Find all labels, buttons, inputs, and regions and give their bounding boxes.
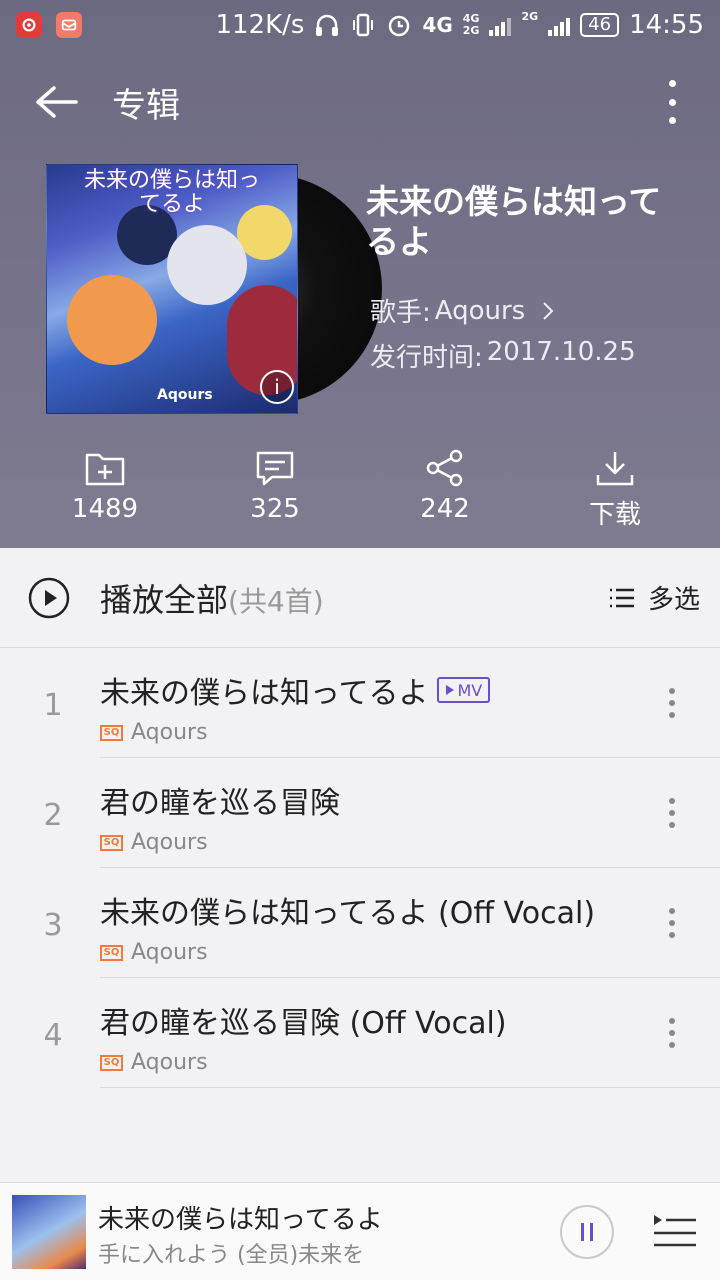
alarm-icon bbox=[389, 15, 410, 37]
track-more-button[interactable] bbox=[662, 908, 682, 938]
vibrate-icon bbox=[353, 13, 374, 37]
track-artist: Aqours bbox=[131, 830, 208, 855]
network-2g-label: 2G bbox=[521, 10, 539, 23]
divider bbox=[100, 1087, 720, 1088]
release-date: 2017.10.25 bbox=[486, 337, 636, 367]
album-cover-area[interactable]: 未来の僕らは知ってるよ Aqours i bbox=[46, 164, 382, 414]
pause-button[interactable] bbox=[560, 1205, 614, 1259]
comment-button[interactable]: 325 bbox=[190, 448, 360, 532]
collect-count: 1489 bbox=[71, 494, 139, 524]
artist-label: 歌手: bbox=[370, 298, 431, 328]
track-title: 君の瞳を巡る冒険 (Off Vocal) bbox=[100, 1006, 507, 1041]
track-row[interactable]: 2 君の瞳を巡る冒険 SQ Aqours bbox=[0, 758, 720, 868]
album-header: 112K/s 4G 4G 2G 2G 46 14:55 专辑 未来の僕らは知って… bbox=[0, 0, 720, 548]
track-title: 未来の僕らは知ってるよ bbox=[100, 676, 429, 711]
netease-music-icon bbox=[16, 12, 42, 38]
release-label: 发行时间: bbox=[370, 343, 483, 373]
sq-badge-icon: SQ bbox=[100, 944, 123, 961]
page-title: 专辑 bbox=[112, 85, 180, 126]
info-icon[interactable]: i bbox=[260, 370, 294, 404]
network-speed: 112K/s bbox=[215, 10, 305, 40]
track-more-button[interactable] bbox=[662, 688, 682, 718]
play-icon bbox=[445, 685, 454, 695]
headphones-icon bbox=[316, 14, 339, 36]
album-cover[interactable]: 未来の僕らは知ってるよ Aqours bbox=[46, 164, 298, 414]
share-icon bbox=[426, 449, 463, 487]
track-index: 1 bbox=[43, 688, 63, 723]
cover-logo: Aqours bbox=[157, 387, 213, 403]
download-icon bbox=[596, 452, 634, 486]
mini-player-lyric: 手に入れよう (全员)未来を bbox=[98, 1243, 365, 1268]
clock: 14:55 bbox=[629, 10, 704, 40]
track-row[interactable]: 1 未来の僕らは知ってるよ MV SQ Aqours bbox=[0, 648, 720, 758]
album-actions: 1489 325 242 下载 bbox=[0, 448, 720, 532]
track-artist: Aqours bbox=[131, 1050, 208, 1075]
release-date-row: 发行时间: 2017.10.25 bbox=[370, 337, 636, 374]
battery-icon: 46 bbox=[580, 13, 620, 37]
track-row[interactable]: 4 君の瞳を巡る冒険 (Off Vocal) SQ Aqours bbox=[0, 978, 720, 1088]
multi-select-label: 多选 bbox=[647, 585, 700, 615]
album-title: 未来の僕らは知ってるよ bbox=[366, 182, 662, 261]
track-title-row: 君の瞳を巡る冒険 bbox=[100, 778, 340, 822]
mini-player-cover[interactable] bbox=[12, 1195, 86, 1269]
play-all-label: 播放全部 bbox=[100, 580, 229, 619]
comment-icon bbox=[256, 451, 294, 486]
track-more-button[interactable] bbox=[662, 798, 682, 828]
sq-badge-icon: SQ bbox=[100, 834, 123, 851]
folder-add-icon bbox=[85, 453, 125, 486]
track-title: 未来の僕らは知ってるよ (Off Vocal) bbox=[100, 896, 596, 931]
playlist-icon[interactable] bbox=[652, 1211, 698, 1253]
download-button[interactable]: 下载 bbox=[530, 448, 700, 532]
signal-2-icon bbox=[548, 14, 571, 36]
signal-1-icon bbox=[489, 14, 512, 36]
track-index: 4 bbox=[43, 1018, 63, 1053]
play-all-icon[interactable] bbox=[28, 577, 70, 619]
network-4g-label: 4G bbox=[422, 13, 453, 37]
track-index: 3 bbox=[43, 908, 63, 943]
share-button[interactable]: 242 bbox=[360, 448, 530, 532]
top-bar: 专辑 bbox=[0, 62, 720, 142]
artist-name: Aqours bbox=[434, 295, 526, 326]
track-artist: Aqours bbox=[131, 940, 208, 965]
track-title-row: 未来の僕らは知ってるよ (Off Vocal) bbox=[100, 888, 595, 932]
track-row[interactable]: 3 未来の僕らは知ってるよ (Off Vocal) SQ Aqours bbox=[0, 868, 720, 978]
track-sub: SQ Aqours bbox=[100, 1050, 208, 1075]
more-options-button[interactable] bbox=[652, 76, 692, 128]
status-bar: 112K/s 4G 4G 2G 2G 46 14:55 bbox=[0, 0, 720, 50]
track-title-row: 君の瞳を巡る冒険 (Off Vocal) bbox=[100, 998, 507, 1042]
track-count: (共4首) bbox=[228, 584, 324, 618]
network-dual-bottom: 2G bbox=[462, 24, 480, 37]
artist-link[interactable]: 歌手: Aqours bbox=[370, 292, 559, 329]
list-icon bbox=[609, 588, 634, 607]
track-index: 2 bbox=[43, 798, 63, 833]
chevron-right-icon bbox=[543, 301, 554, 320]
sq-badge-icon: SQ bbox=[100, 1054, 123, 1071]
mini-player[interactable]: 未来の僕らは知ってるよ 手に入れよう (全员)未来を bbox=[0, 1182, 720, 1280]
track-sub: SQ Aqours bbox=[100, 830, 208, 855]
back-button[interactable] bbox=[20, 66, 92, 138]
track-title-row: 未来の僕らは知ってるよ MV bbox=[100, 668, 491, 712]
track-more-button[interactable] bbox=[662, 1018, 682, 1048]
comment-count: 325 bbox=[250, 494, 300, 524]
track-sub: SQ Aqours bbox=[100, 940, 208, 965]
network-dual-label: 4G 2G bbox=[463, 13, 480, 37]
track-sub: SQ Aqours bbox=[100, 720, 208, 745]
mv-label: MV bbox=[457, 680, 483, 700]
share-count: 242 bbox=[420, 494, 470, 524]
mv-badge[interactable]: MV bbox=[436, 677, 491, 703]
arrow-left-icon bbox=[36, 86, 78, 118]
mail-icon bbox=[56, 12, 82, 38]
play-all-button[interactable]: 播放全部(共4首) bbox=[100, 575, 324, 621]
sq-badge-icon: SQ bbox=[100, 724, 123, 741]
track-artist: Aqours bbox=[131, 720, 208, 745]
track-title: 君の瞳を巡る冒険 bbox=[100, 786, 340, 821]
cover-title-text: 未来の僕らは知ってるよ bbox=[83, 168, 260, 217]
download-label: 下载 bbox=[588, 500, 641, 530]
collect-button[interactable]: 1489 bbox=[20, 448, 190, 532]
multi-select-button[interactable]: 多选 bbox=[608, 579, 700, 616]
mini-player-title: 未来の僕らは知ってるよ bbox=[98, 1205, 383, 1235]
play-all-bar: 播放全部(共4首) 多选 bbox=[0, 548, 720, 648]
